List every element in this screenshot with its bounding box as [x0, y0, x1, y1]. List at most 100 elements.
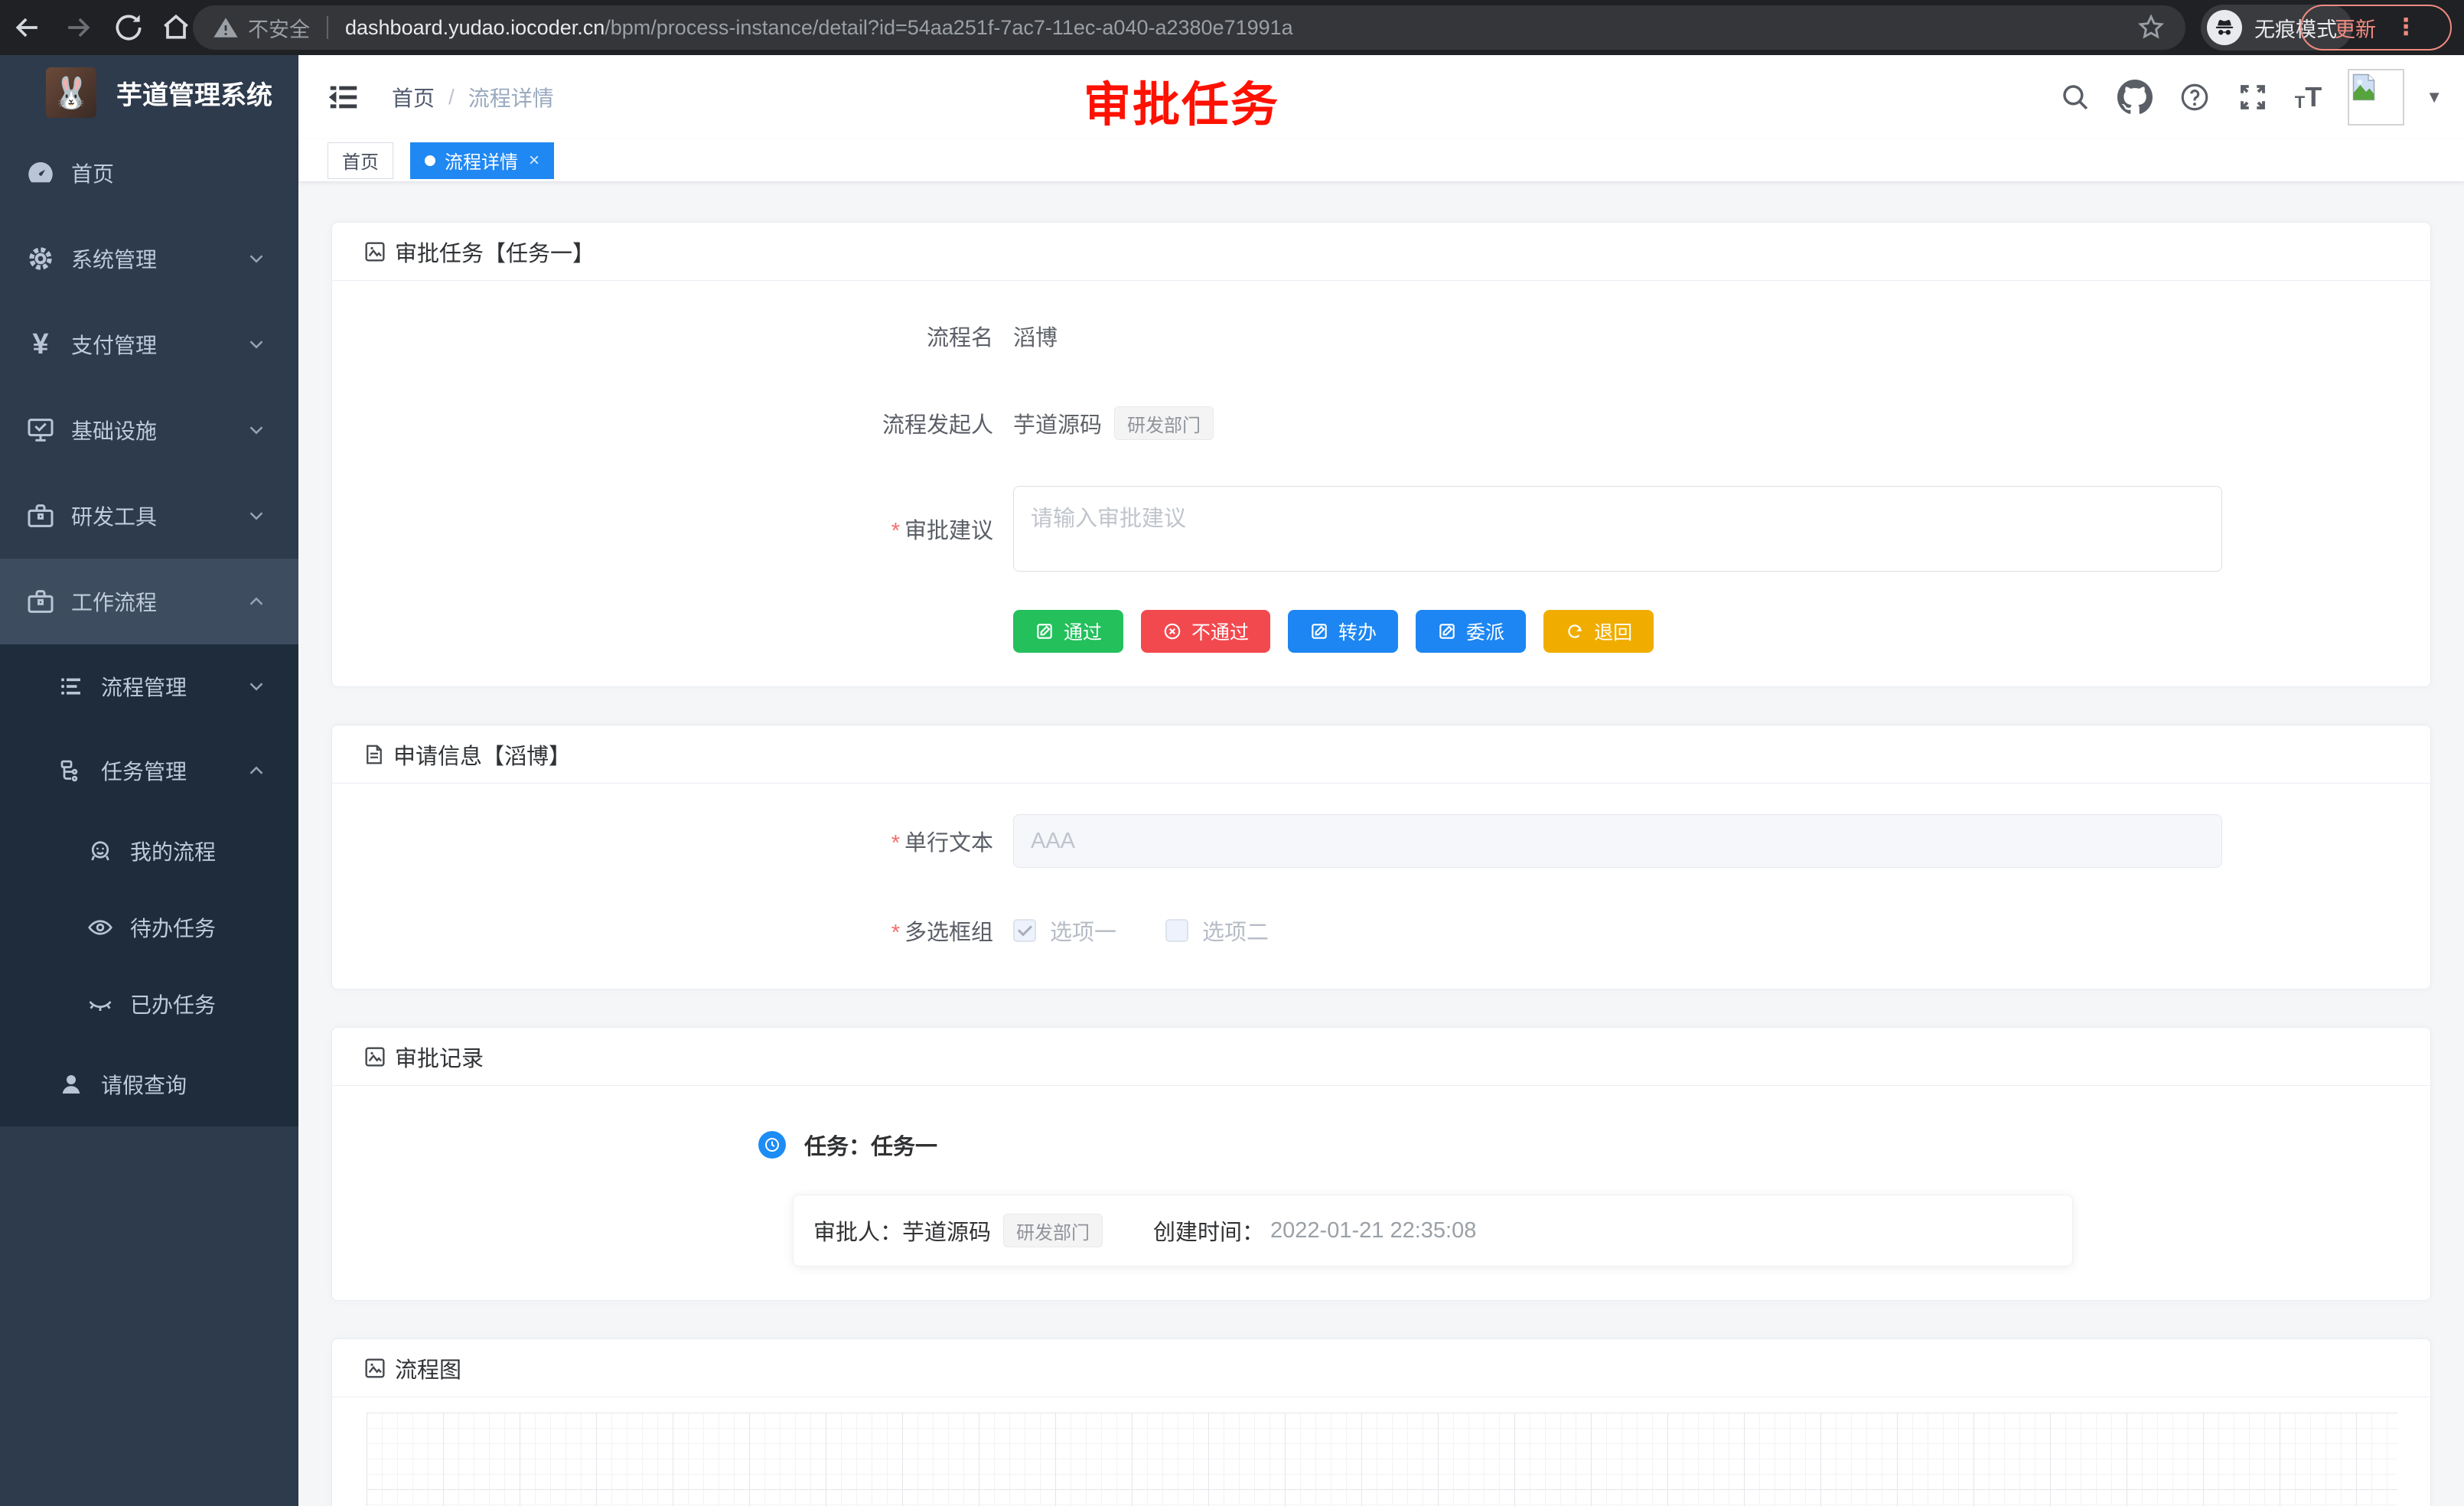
picture-icon	[363, 1356, 387, 1380]
tab-label: 流程详情	[445, 147, 518, 174]
breadcrumb-current: 流程详情	[468, 82, 554, 112]
warning-icon	[213, 15, 239, 41]
form-row-approval-suggestion: *审批建议	[363, 486, 2400, 572]
tab-label: 首页	[342, 147, 379, 174]
sidebar-item-payment[interactable]: ¥ 支付管理	[0, 302, 298, 387]
picture-icon	[363, 1045, 387, 1069]
timeline-node: 任务：任务一	[758, 1129, 2400, 1161]
transfer-button[interactable]: 转办	[1288, 610, 1398, 653]
monitor-check-icon	[23, 415, 58, 445]
field-label: 流程发起人	[363, 407, 1013, 439]
approval-actions: 通过 不通过 转办 委派	[1013, 610, 2400, 653]
form-row-checkbox-group: *多选框组 选项一 选项二	[363, 906, 2400, 955]
bpmn-canvas[interactable]	[367, 1413, 2397, 1506]
dept-tag: 研发部门	[1003, 1214, 1103, 1247]
browser-chrome: 不安全 dashboard.yudao.iocoder.cn/bpm/proce…	[0, 0, 2464, 55]
checkbox-checked-icon	[1013, 919, 1036, 942]
forward-icon[interactable]	[61, 11, 95, 44]
help-icon[interactable]	[2179, 81, 2211, 113]
form-row-single-text: *单行文本	[363, 814, 2400, 868]
approve-button[interactable]: 通过	[1013, 610, 1123, 653]
address-bar[interactable]: 不安全 dashboard.yudao.iocoder.cn/bpm/proce…	[193, 5, 2185, 50]
chevron-up-icon	[245, 590, 268, 613]
card-title: 审批任务【任务一】	[395, 236, 595, 268]
app-logo[interactable]: 🐰 芋道管理系统	[0, 55, 298, 130]
card-header: 流程图	[332, 1339, 2430, 1397]
sidebar-item-todo-tasks[interactable]: 待办任务	[0, 889, 298, 966]
bookmark-star-icon[interactable]	[2136, 13, 2166, 42]
fullscreen-icon[interactable]	[2237, 81, 2269, 113]
page-content: 审批任务【任务一】 流程名 滔博 流程发起人 芋道源码 研发部门 *审批建议	[298, 182, 2464, 1506]
sidebar-item-leave-query[interactable]: 请假查询	[0, 1042, 298, 1126]
reload-icon[interactable]	[112, 11, 145, 44]
avatar-dropdown[interactable]	[2348, 69, 2404, 126]
sidebar-item-done-tasks[interactable]: 已办任务	[0, 966, 298, 1042]
reject-button[interactable]: 不通过	[1141, 610, 1270, 653]
caret-down-icon[interactable]: ▼	[2426, 87, 2443, 107]
font-size-icon[interactable]: TT	[2295, 83, 2322, 111]
sidebar-item-system[interactable]: 系统管理	[0, 216, 298, 302]
field-label: *单行文本	[363, 825, 1013, 857]
home-icon[interactable]	[159, 11, 193, 44]
breadcrumb-separator: /	[448, 85, 455, 109]
annotation-overlay-text: 审批任务	[1084, 66, 1279, 135]
required-mark: *	[891, 519, 900, 543]
tab-process-detail[interactable]: 流程详情 ×	[410, 142, 554, 179]
checkbox-option-2: 选项二	[1165, 914, 1269, 947]
field-label: *审批建议	[363, 513, 1013, 545]
tab-home[interactable]: 首页	[328, 142, 393, 179]
clock-icon	[758, 1131, 786, 1159]
chevron-down-icon	[245, 419, 268, 442]
breadcrumb: 首页 / 流程详情	[392, 82, 554, 112]
required-mark: *	[891, 921, 900, 945]
url-host: dashboard.yudao.iocoder.cn	[345, 16, 605, 40]
return-button[interactable]: 退回	[1543, 610, 1654, 653]
breadcrumb-home[interactable]: 首页	[392, 82, 435, 112]
sidebar-item-infrastructure[interactable]: 基础设施	[0, 387, 298, 473]
card-header: 审批记录	[332, 1028, 2430, 1086]
field-label: *多选框组	[363, 914, 1013, 947]
broken-image-icon	[2352, 73, 2375, 101]
collapse-sidebar-icon[interactable]	[326, 80, 361, 115]
tags-view-bar: 首页 流程详情 ×	[298, 139, 2464, 182]
dept-tag: 研发部门	[1114, 406, 1214, 440]
security-label: 不安全	[248, 13, 310, 43]
chevron-down-icon	[245, 333, 268, 356]
sidebar-item-workflow[interactable]: 工作流程	[0, 559, 298, 644]
url-path: /bpm/process-instance/detail?id=54aa251f…	[605, 16, 1292, 40]
field-label: 流程名	[363, 320, 1013, 352]
tab-close-icon[interactable]: ×	[529, 150, 539, 171]
checkbox-option-1: 选项一	[1013, 914, 1116, 947]
sidebar-item-dev-tools[interactable]: 研发工具	[0, 473, 298, 559]
process-diagram-card: 流程图	[331, 1338, 2431, 1506]
chevron-up-icon	[245, 759, 268, 782]
app-title: 芋道管理系统	[116, 74, 272, 112]
single-text-input	[1013, 814, 2222, 868]
logo-rabbit-avatar: 🐰	[46, 67, 96, 118]
main-area: 审批任务 首页 / 流程详情 TT ▼ 首页 流程详情 ×	[298, 55, 2464, 1506]
card-title: 申请信息【滔博】	[393, 738, 571, 771]
document-icon	[363, 743, 386, 766]
delegate-button[interactable]: 委派	[1416, 610, 1526, 653]
create-time-label: 创建时间：	[1153, 1214, 1264, 1247]
gear-icon	[23, 243, 58, 274]
approver-label: 审批人：	[813, 1214, 902, 1247]
record-detail-box: 审批人： 芋道源码 研发部门 创建时间： 2022-01-21 22:35:08	[793, 1195, 2073, 1266]
initiator-value: 芋道源码	[1013, 407, 1102, 439]
sidebar-item-home[interactable]: 首页	[0, 130, 298, 216]
card-title: 审批记录	[395, 1041, 484, 1073]
sidebar-item-task-management[interactable]: 任务管理	[0, 729, 298, 813]
github-icon[interactable]	[2117, 80, 2153, 115]
eye-closed-icon	[84, 990, 116, 1018]
chevron-down-icon	[245, 675, 268, 698]
back-icon[interactable]	[11, 11, 44, 44]
approval-suggestion-textarea[interactable]	[1013, 486, 2222, 572]
chevron-down-icon	[245, 504, 268, 527]
sidebar-item-process-management[interactable]: 流程管理	[0, 644, 298, 729]
form-row-process-name: 流程名 滔博	[363, 311, 2400, 360]
browser-menu-icon[interactable]: ⋮	[2394, 16, 2417, 39]
sidebar-item-my-process[interactable]: 我的流程	[0, 813, 298, 889]
update-button[interactable]: 更新 ⋮	[2300, 5, 2452, 51]
search-icon[interactable]	[2059, 81, 2091, 113]
form-row-initiator: 流程发起人 芋道源码 研发部门	[363, 399, 2400, 448]
